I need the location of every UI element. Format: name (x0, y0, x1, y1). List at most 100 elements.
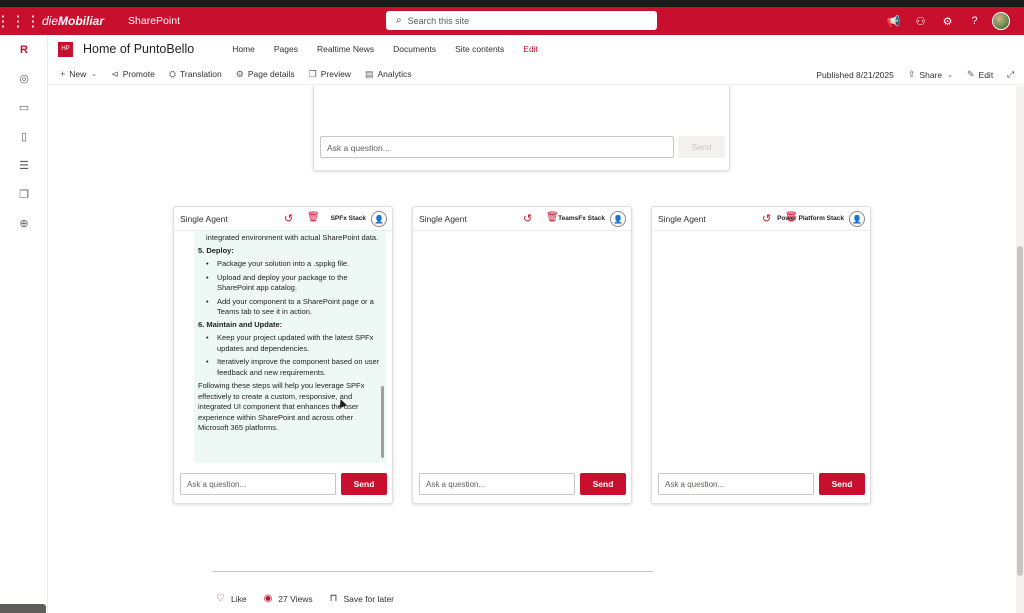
chat-bullet: Add your component to a SharePoint page … (206, 297, 382, 318)
analytics-label: Analytics (377, 69, 412, 79)
share-label: Share (919, 69, 943, 80)
new-label: New (69, 69, 87, 79)
send-button-disabled[interactable]: Send (678, 136, 725, 158)
nav-home[interactable]: Home (232, 44, 255, 54)
question-input[interactable]: Ask a question... (419, 473, 575, 495)
window-top-strip (0, 0, 1024, 7)
suite-bar: ⋮⋮⋮ dieMobiliar SharePoint ⌕ Search this… (0, 7, 1024, 35)
card-title: Single Agent (658, 213, 706, 224)
chat-scrollbar[interactable] (381, 386, 384, 458)
gear-icon[interactable]: ⚙ (934, 15, 961, 28)
brand-logo[interactable]: dieMobiliar (42, 14, 104, 28)
footer-divider (212, 571, 653, 572)
edit-label: Edit (978, 69, 994, 80)
site-header: HP Home of PuntoBello Home Pages Realtim… (48, 35, 1024, 63)
question-input[interactable]: Ask a question... (320, 136, 674, 158)
list-icon[interactable]: ☰ (0, 151, 48, 180)
agent-avatar-icon: 👤 (849, 211, 865, 227)
nav-documents[interactable]: Documents (393, 44, 436, 54)
nav-pages[interactable]: Pages (274, 44, 298, 54)
question-input[interactable]: Ask a question... (180, 473, 336, 495)
share-network-icon[interactable]: ⚇ (907, 15, 934, 28)
page-scrollbar[interactable] (1016, 86, 1024, 613)
document-icon[interactable]: ▯ (0, 122, 48, 151)
promote-button[interactable]: ⊲ Promote (111, 69, 155, 80)
card-header: Single Agent ↺ 🗑 SPFx Stack 👤 (174, 207, 392, 231)
preview-icon: ❐ (308, 68, 317, 79)
expand-icon[interactable]: ⤢ (1007, 69, 1014, 80)
pencil-icon: ✎ (966, 69, 975, 79)
nav-site-contents[interactable]: Site contents (455, 44, 504, 54)
undo-icon[interactable]: ↺ (284, 212, 293, 225)
chevron-down-icon: ⌄ (947, 71, 953, 79)
translation-label: Translation (180, 69, 222, 79)
agent-card-teamsfx: Single Agent ↺ 🗑 TeamsFx Stack 👤 Ask a q… (412, 206, 632, 504)
plus-icon: + (60, 69, 66, 79)
chevron-down-icon: ⌄ (91, 71, 98, 78)
page-canvas: Ask a question... Send Single Agent ↺ 🗑 … (48, 86, 1016, 613)
app-name[interactable]: SharePoint (128, 15, 180, 27)
share-button[interactable]: ⇪ Share ⌄ (908, 69, 953, 80)
card-header: Single Agent ↺ 🗑 TeamsFx Stack 👤 (413, 207, 631, 231)
chat-conclusion: Following these steps will help you leve… (198, 381, 365, 432)
chat-intro: integrated environment with actual Share… (206, 233, 379, 242)
trash-icon[interactable]: 🗑 (546, 212, 559, 223)
help-icon[interactable]: ? (961, 15, 988, 27)
undo-icon[interactable]: ↺ (762, 212, 771, 225)
chat-icon[interactable]: ❐ (0, 180, 48, 209)
agent-avatar-icon: 👤 (610, 211, 626, 227)
search-box[interactable]: ⌕ Search this site (386, 11, 657, 30)
trash-icon[interactable]: 🗑 (307, 212, 320, 223)
leftrail-home-icon[interactable]: R (0, 35, 48, 64)
megaphone-icon[interactable]: 📢 (880, 15, 907, 28)
globe-icon[interactable]: ◎ (0, 64, 48, 93)
preview-label: Preview (320, 69, 351, 79)
send-button[interactable]: Send (819, 473, 865, 495)
like-button[interactable]: ♡ Like (216, 593, 247, 604)
bookmark-icon: ⊓ (329, 593, 338, 604)
site-title[interactable]: Home of PuntoBello (83, 42, 194, 56)
site-logo[interactable]: HP (58, 41, 73, 57)
agent-avatar-icon: 👤 (371, 211, 387, 227)
window-corner (0, 604, 46, 613)
search-placeholder: Search this site (407, 15, 470, 26)
heart-icon: ♡ (216, 593, 225, 604)
translation-button[interactable]: ⛭ Translation (169, 69, 222, 80)
chat-heading: 5. Deploy: (198, 245, 234, 255)
main-area: HP Home of PuntoBello Home Pages Realtim… (48, 35, 1024, 613)
create-icon[interactable]: ⊕ (0, 209, 48, 238)
nav-realtime-news[interactable]: Realtime News (317, 44, 374, 54)
nav-edit[interactable]: Edit (523, 44, 538, 54)
save-for-later-button[interactable]: ⊓ Save for later (330, 593, 394, 604)
new-button[interactable]: + New ⌄ (60, 69, 97, 79)
edit-button[interactable]: ✎ Edit (967, 69, 993, 80)
stack-label: Power Platform Stack (777, 215, 844, 222)
stack-label: TeamsFx Stack (558, 215, 605, 222)
command-bar: + New ⌄ ⊲ Promote ⛭ Translation ⚙ Page detail… (48, 64, 1024, 85)
published-status: Published 8/21/2025 (816, 69, 894, 80)
like-label: Like (230, 593, 247, 604)
search-icon: ⌕ (396, 15, 402, 26)
news-icon[interactable]: ▭ (0, 93, 48, 122)
chat-transcript[interactable]: integrated environment with actual Share… (194, 231, 386, 463)
avatar[interactable] (992, 12, 1010, 30)
gear-icon: ⚙ (235, 68, 244, 79)
eye-icon: ◉ (263, 593, 273, 604)
chat-bullet: Keep your project updated with the lates… (206, 333, 382, 354)
translate-icon: ⛭ (168, 68, 177, 79)
left-rail: R ◎ ▭ ▯ ☰ ❐ ⊕ (0, 35, 48, 613)
analytics-button[interactable]: ▤ Analytics (365, 69, 412, 80)
undo-icon[interactable]: ↺ (523, 212, 532, 225)
card-title: Single Agent (180, 213, 228, 224)
command-bar-right: Published 8/21/2025 ⇪ Share ⌄ ✎ Edit ⤢ (816, 64, 1014, 85)
page-footer: ♡ Like ◉ 27 Views ⊓ Save for later (216, 593, 411, 604)
question-input[interactable]: Ask a question... (658, 473, 814, 495)
send-button[interactable]: Send (580, 473, 626, 495)
share-icon: ⇪ (907, 69, 916, 79)
preview-button[interactable]: ❐ Preview (309, 69, 351, 80)
app-launcher-icon[interactable]: ⋮⋮⋮ (0, 7, 41, 35)
chat-heading: 6. Maintain and Update: (198, 319, 283, 329)
send-button[interactable]: Send (341, 473, 387, 495)
page-details-button[interactable]: ⚙ Page details (236, 69, 295, 80)
scrollbar-thumb[interactable] (1017, 246, 1023, 576)
